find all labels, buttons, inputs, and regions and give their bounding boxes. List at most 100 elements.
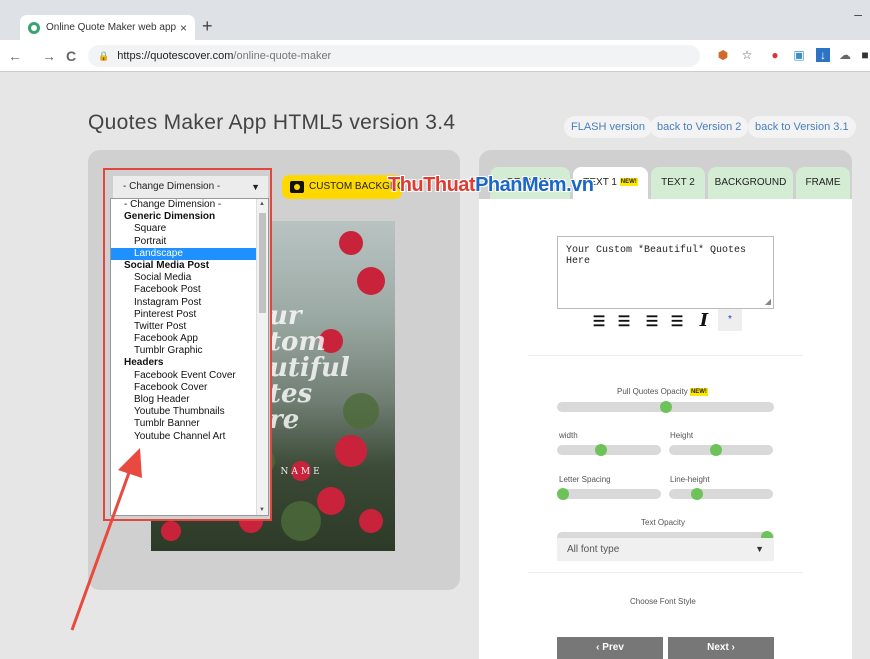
dropdown-option[interactable]: Youtube Channel Art bbox=[111, 431, 268, 443]
watermark: ThuThuatPhanMem.vn bbox=[388, 174, 594, 197]
emphasis-button[interactable]: * bbox=[718, 309, 742, 331]
profile-icon[interactable]: ■ bbox=[858, 48, 870, 62]
align-justify-icon[interactable]: ☰ bbox=[667, 312, 687, 330]
italic-icon[interactable]: I bbox=[694, 312, 714, 330]
tab-background[interactable]: BACKGROUND bbox=[708, 167, 793, 199]
camera-icon bbox=[290, 181, 304, 193]
dropdown-group-header: Social Media Post bbox=[124, 259, 210, 271]
tab-close-icon[interactable]: × bbox=[180, 21, 187, 35]
tab-label: BACKGROUND bbox=[714, 177, 787, 188]
back-icon[interactable]: ← bbox=[8, 48, 22, 64]
pull-opacity-slider[interactable] bbox=[557, 401, 774, 413]
align-left-icon[interactable]: ☰ bbox=[589, 312, 609, 330]
slider-knob[interactable] bbox=[691, 488, 704, 500]
dropdown-option[interactable]: Blog Header bbox=[111, 394, 268, 406]
font-style-label: Choose Font Style bbox=[630, 597, 696, 606]
dropdown-option[interactable]: Facebook App bbox=[111, 333, 268, 345]
dropdown-option[interactable]: Twitter Post bbox=[111, 321, 268, 333]
custom-background-button[interactable]: CUSTOM BACKGROUND bbox=[282, 175, 402, 199]
dropdown-option[interactable]: Facebook Event Cover bbox=[111, 370, 268, 382]
line-height-label: Line-height bbox=[670, 475, 710, 484]
next-font-button[interactable]: Next › bbox=[668, 637, 774, 659]
scrollbar-thumb[interactable] bbox=[259, 213, 266, 313]
flash-version-link[interactable]: FLASH version bbox=[564, 116, 652, 138]
text-opacity-label: Text Opacity bbox=[641, 518, 686, 527]
forward-icon[interactable]: → bbox=[42, 48, 56, 64]
dropdown-option[interactable]: Pinterest Post bbox=[111, 309, 268, 321]
minimize-icon[interactable]: – bbox=[854, 6, 862, 22]
height-slider[interactable] bbox=[669, 444, 773, 456]
watermark-part2: PhanMem bbox=[475, 174, 567, 196]
scroll-down-icon[interactable]: ▼ bbox=[259, 507, 265, 513]
screen-icon[interactable]: ▣ bbox=[792, 48, 806, 62]
extension-icon[interactable]: ● bbox=[768, 48, 782, 62]
dropdown-option[interactable]: Youtube Thumbnails bbox=[111, 406, 268, 418]
dropdown-option[interactable]: Facebook Cover bbox=[111, 382, 268, 394]
slider-knob[interactable] bbox=[594, 444, 607, 456]
dropdown-option[interactable]: Tumblr Graphic bbox=[111, 345, 268, 357]
dropdown-option[interactable]: Portrait bbox=[111, 236, 268, 248]
cloud-icon[interactable]: ☁ bbox=[838, 48, 852, 62]
height-label: Height bbox=[670, 431, 694, 440]
dropdown-option[interactable]: - Change Dimension - bbox=[111, 199, 268, 211]
slider-knob[interactable] bbox=[709, 444, 722, 456]
letter-spacing-label: Letter Spacing bbox=[559, 475, 611, 484]
line-height-slider[interactable] bbox=[669, 488, 773, 500]
dropdown-option[interactable]: Social Media bbox=[111, 272, 268, 284]
address-bar: ← → C 🔒 https://quotescover.com/online-q… bbox=[0, 40, 870, 72]
shield-icon[interactable]: ⬢ bbox=[716, 48, 730, 62]
dropdown-option[interactable]: Instagram Post bbox=[111, 297, 268, 309]
align-center-icon[interactable]: ☰ bbox=[614, 312, 634, 330]
dimension-select[interactable]: - Change Dimension - ▼ bbox=[113, 176, 268, 198]
dropdown-option[interactable]: Facebook Post bbox=[111, 284, 268, 296]
dropdown-group-header: Headers bbox=[124, 357, 164, 369]
version-31-link[interactable]: back to Version 3.1 bbox=[748, 116, 856, 138]
new-badge: NEW! bbox=[619, 178, 638, 187]
watermark-part1: ThuThuat bbox=[388, 174, 476, 196]
new-tab-icon[interactable]: + bbox=[202, 16, 213, 37]
pull-opacity-label: Pull Quotes Opacity NEW! bbox=[617, 387, 708, 396]
resize-handle-icon[interactable]: ◢ bbox=[765, 297, 771, 307]
annotation-arrow bbox=[70, 448, 142, 631]
quote-text-input[interactable]: Your Custom *Beautiful* Quotes Here ◢ bbox=[557, 236, 774, 309]
font-style-value: All font type bbox=[567, 544, 620, 555]
new-badge: NEW! bbox=[689, 387, 708, 396]
slider-knob[interactable] bbox=[557, 488, 569, 500]
watermark-part3: .vn bbox=[566, 174, 594, 196]
tab-label: FRAME bbox=[805, 177, 841, 188]
url-host: https://quotescover.com bbox=[117, 50, 234, 62]
star-icon[interactable]: ☆ bbox=[740, 48, 754, 62]
download-icon[interactable]: ↓ bbox=[816, 48, 830, 62]
dimension-select-value: - Change Dimension - bbox=[123, 181, 221, 192]
dropdown-arrow-icon: ▼ bbox=[755, 544, 764, 554]
prev-font-button[interactable]: ‹ Prev bbox=[557, 637, 663, 659]
page-title: Quotes Maker App HTML5 version 3.4 bbox=[88, 111, 456, 134]
align-right-icon[interactable]: ☰ bbox=[642, 312, 662, 330]
dropdown-option[interactable]: Landscape bbox=[111, 247, 268, 260]
dropdown-option[interactable]: Square bbox=[111, 223, 268, 235]
letter-spacing-slider[interactable] bbox=[557, 488, 661, 500]
width-slider[interactable] bbox=[557, 444, 661, 456]
dropdown-scrollbar[interactable]: ▲ ▼ bbox=[256, 199, 268, 515]
tab-text-2[interactable]: TEXT 2 bbox=[651, 167, 705, 199]
font-style-select[interactable]: All font type ▼ bbox=[557, 538, 774, 561]
version-2-link[interactable]: back to Version 2 bbox=[650, 116, 749, 138]
tab-label: TEXT 2 bbox=[661, 177, 695, 188]
browser-tab[interactable]: Online Quote Maker web applica × bbox=[20, 15, 195, 40]
scroll-up-icon[interactable]: ▲ bbox=[259, 201, 265, 207]
pull-opacity-text: Pull Quotes Opacity bbox=[617, 387, 688, 396]
quote-text-value: Your Custom *Beautiful* Quotes Here bbox=[566, 245, 747, 267]
dropdown-option[interactable]: Tumblr Banner bbox=[111, 418, 268, 430]
site-favicon-icon bbox=[28, 21, 40, 34]
divider bbox=[528, 572, 803, 573]
url-field[interactable]: 🔒 https://quotescover.com/online-quote-m… bbox=[88, 45, 700, 67]
tab-title: Online Quote Maker web applica bbox=[46, 22, 176, 33]
dropdown-arrow-icon: ▼ bbox=[251, 182, 260, 192]
slider-knob[interactable] bbox=[659, 401, 672, 413]
browser-tab-bar: Online Quote Maker web applica × + – bbox=[0, 0, 870, 40]
width-label: width bbox=[559, 431, 578, 440]
tab-frame[interactable]: FRAME bbox=[796, 167, 850, 199]
reload-icon[interactable]: C bbox=[66, 48, 76, 64]
divider bbox=[528, 355, 803, 356]
url-path: /online-quote-maker bbox=[233, 50, 332, 62]
